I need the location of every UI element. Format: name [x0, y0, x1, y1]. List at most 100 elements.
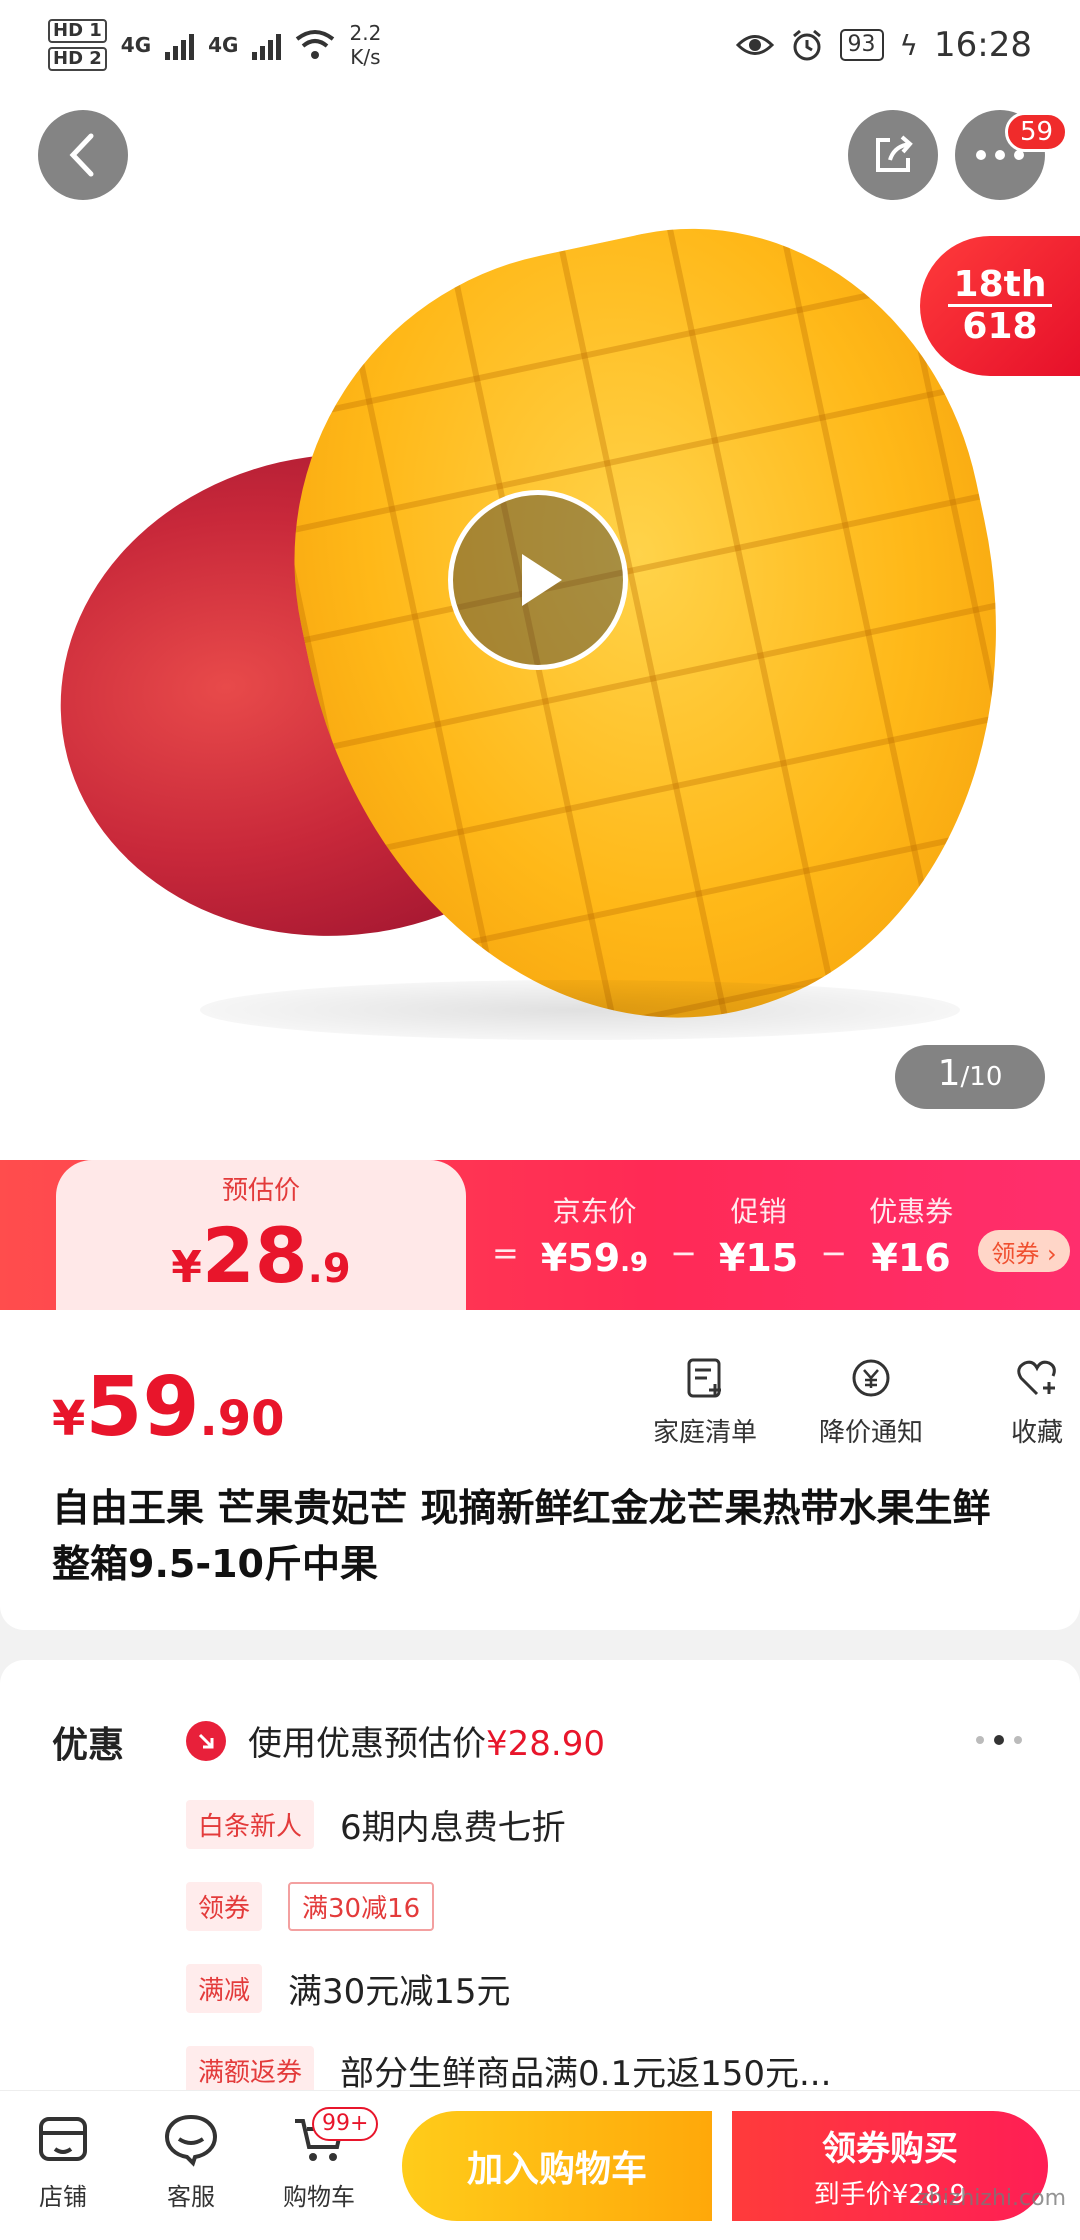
promo-tag: 满额返券: [186, 2046, 315, 2095]
heart-add-icon: [1017, 1360, 1056, 1396]
gallery-counter: 1 /10: [895, 1045, 1045, 1109]
promo-row-discount[interactable]: 满减 满30元减15元: [186, 1964, 511, 2013]
share-button[interactable]: [848, 110, 938, 200]
signal2-icon: [252, 30, 282, 60]
promo-estimate-row[interactable]: 使用优惠预估价¥28.90: [186, 1716, 605, 1765]
get-coupon-button[interactable]: 领券 ›: [978, 1230, 1070, 1272]
sim-indicators: HD 1 HD 2: [48, 19, 107, 71]
coupon-label: 优惠券: [869, 1195, 954, 1228]
add-to-cart-button[interactable]: 加入购物车: [402, 2111, 712, 2221]
minus-sign: −: [820, 1234, 848, 1272]
price-int: 59: [85, 1360, 200, 1455]
status-right: 93 ϟ 16:28: [735, 25, 1032, 65]
anniversary-bottom: 618: [962, 305, 1038, 347]
promo-label: 促销: [730, 1195, 787, 1228]
play-icon: [522, 554, 562, 606]
store-label: 店铺: [39, 2183, 87, 2211]
jd-price-label: 京东价: [552, 1195, 637, 1228]
network2-label: 4G: [208, 33, 239, 57]
cart-count-badge: 99+: [312, 2107, 379, 2141]
product-title: 自由王果 芒果贵妃芒 现摘新鲜红金龙芒果热带水果生鲜 整箱9.5-10斤中果: [52, 1486, 991, 1586]
promo-estimate-text: 使用优惠预估价¥28.90: [248, 1716, 605, 1765]
watermark: zhizhizhi.com: [917, 2186, 1066, 2211]
promo-tag: 白条新人: [186, 1800, 315, 1849]
promo-discount: 促销 ¥15: [719, 1190, 798, 1280]
price-breakdown: = 京东价 ¥59.9 − 促销 ¥15 − 优惠券 ¥16: [470, 1160, 953, 1310]
estimate-label: 预估价: [221, 1176, 300, 1206]
family-list-button[interactable]: 家庭清单: [640, 1356, 770, 1449]
play-video-button[interactable]: [448, 490, 628, 670]
charging-icon: ϟ: [899, 28, 919, 62]
coupon-discount: 优惠券 ¥16: [869, 1190, 953, 1280]
speed-unit: K/s: [350, 45, 381, 69]
price-alert-label: 降价通知: [818, 1418, 923, 1448]
chat-icon: [164, 2114, 218, 2167]
clock: 16:28: [934, 25, 1032, 65]
product-detail-page: HD 1 HD 2 4G 4G 2.2 K/s 93 ϟ 16:28 59 18…: [0, 0, 1080, 2240]
battery-level: 93: [839, 29, 884, 61]
network-speed: 2.2 K/s: [349, 21, 381, 69]
share-icon: [876, 135, 913, 172]
product-price: ¥59.90: [52, 1360, 285, 1455]
minus-sign: −: [670, 1234, 697, 1272]
promo-tag: 满减: [186, 1964, 263, 2013]
message-count-badge: 59: [1005, 112, 1069, 152]
status-left: HD 1 HD 2 4G 4G 2.2 K/s: [48, 19, 381, 71]
cart-label: 购物车: [283, 2183, 355, 2211]
jd-price: 京东价 ¥59.9: [541, 1190, 648, 1280]
promo-row-baitiao[interactable]: 白条新人 6期内息费七折: [186, 1800, 566, 1849]
favorite-label: 收藏: [1010, 1418, 1063, 1448]
promo-text: 满30元减15元: [288, 1972, 511, 2012]
price-alert-button[interactable]: 降价通知: [806, 1356, 936, 1449]
price-alert-icon: [852, 1359, 890, 1397]
buy-title: 领券购买: [822, 2129, 958, 2169]
pager-dots: [976, 1735, 1022, 1745]
sim1-label: HD 1: [48, 19, 107, 43]
gallery-total: /10: [960, 1062, 1003, 1092]
favorite-button[interactable]: 收藏: [972, 1356, 1080, 1449]
product-actions: 家庭清单 降价通知 收藏: [640, 1356, 1080, 1449]
gallery-current: 1: [937, 1053, 961, 1094]
price-banner: 预估价 ¥28.9 = 京东价 ¥59.9 − 促销 ¥15 − 优惠券 ¥16…: [0, 1160, 1080, 1310]
equals-sign: =: [492, 1234, 519, 1272]
customer-service-button[interactable]: 客服: [136, 2111, 246, 2212]
product-info-card: ¥59.90 家庭清单 降价通知 收藏 自由王果 芒果贵妃芒 现摘新鲜红金龙芒果…: [0, 1310, 1080, 1630]
promo-text: 6期内息费七折: [340, 1808, 566, 1848]
chevron-left-icon: [69, 133, 94, 177]
promotions-heading: 优惠: [52, 1725, 125, 1766]
coupon-chip[interactable]: 满30减16: [288, 1882, 435, 1931]
service-label: 客服: [167, 2183, 215, 2211]
list-add-icon: [687, 1358, 721, 1398]
price-currency: ¥: [52, 1391, 86, 1447]
store-icon: [39, 2117, 87, 2161]
image-shadow: [200, 980, 960, 1040]
network1-label: 4G: [120, 33, 152, 57]
back-button[interactable]: [38, 110, 128, 200]
promo-estimate-price: ¥28.90: [486, 1724, 605, 1764]
store-button[interactable]: 店铺: [8, 2111, 118, 2212]
jd-price-dec: .9: [620, 1248, 649, 1278]
coupon-value: ¥16: [871, 1236, 951, 1280]
signal1-icon: [165, 30, 195, 60]
estimate-card: 预估价 ¥28.9: [56, 1160, 466, 1310]
eye-icon: [735, 35, 774, 55]
sim2-label: HD 2: [48, 47, 107, 71]
wifi-icon: [296, 30, 335, 59]
alarm-icon: [792, 29, 821, 61]
jd-price-int: ¥59: [540, 1236, 621, 1280]
estimate-dec: .9: [307, 1246, 351, 1292]
bottom-action-bar: 店铺 客服 购物车 99+ 加入购物车 领券购买 到手价¥28.9: [0, 2090, 1080, 2240]
estimate-price: ¥28.9: [171, 1211, 350, 1300]
promo-value: ¥15: [718, 1236, 799, 1280]
promo-row-coupon[interactable]: 领券 满30减16: [186, 1882, 435, 1931]
estimate-currency: ¥: [171, 1242, 202, 1293]
estimate-int: 28: [201, 1211, 308, 1300]
promotions-card[interactable]: 优惠 使用优惠预估价¥28.90 白条新人 6期内息费七折 领券 满30减16 …: [0, 1660, 1080, 2120]
speed-value: 2.2: [349, 21, 382, 45]
anniversary-badge[interactable]: 18th 618: [920, 236, 1080, 376]
status-bar: HD 1 HD 2 4G 4G 2.2 K/s 93 ϟ 16:28: [0, 0, 1080, 90]
promo-row-rebate[interactable]: 满额返券 部分生鲜商品满0.1元返150元...: [186, 2046, 831, 2095]
jd-price-value: ¥59.9: [541, 1236, 648, 1280]
promo-tag: 领券: [186, 1882, 263, 1931]
promo-estimate-label: 使用优惠预估价: [248, 1724, 486, 1764]
